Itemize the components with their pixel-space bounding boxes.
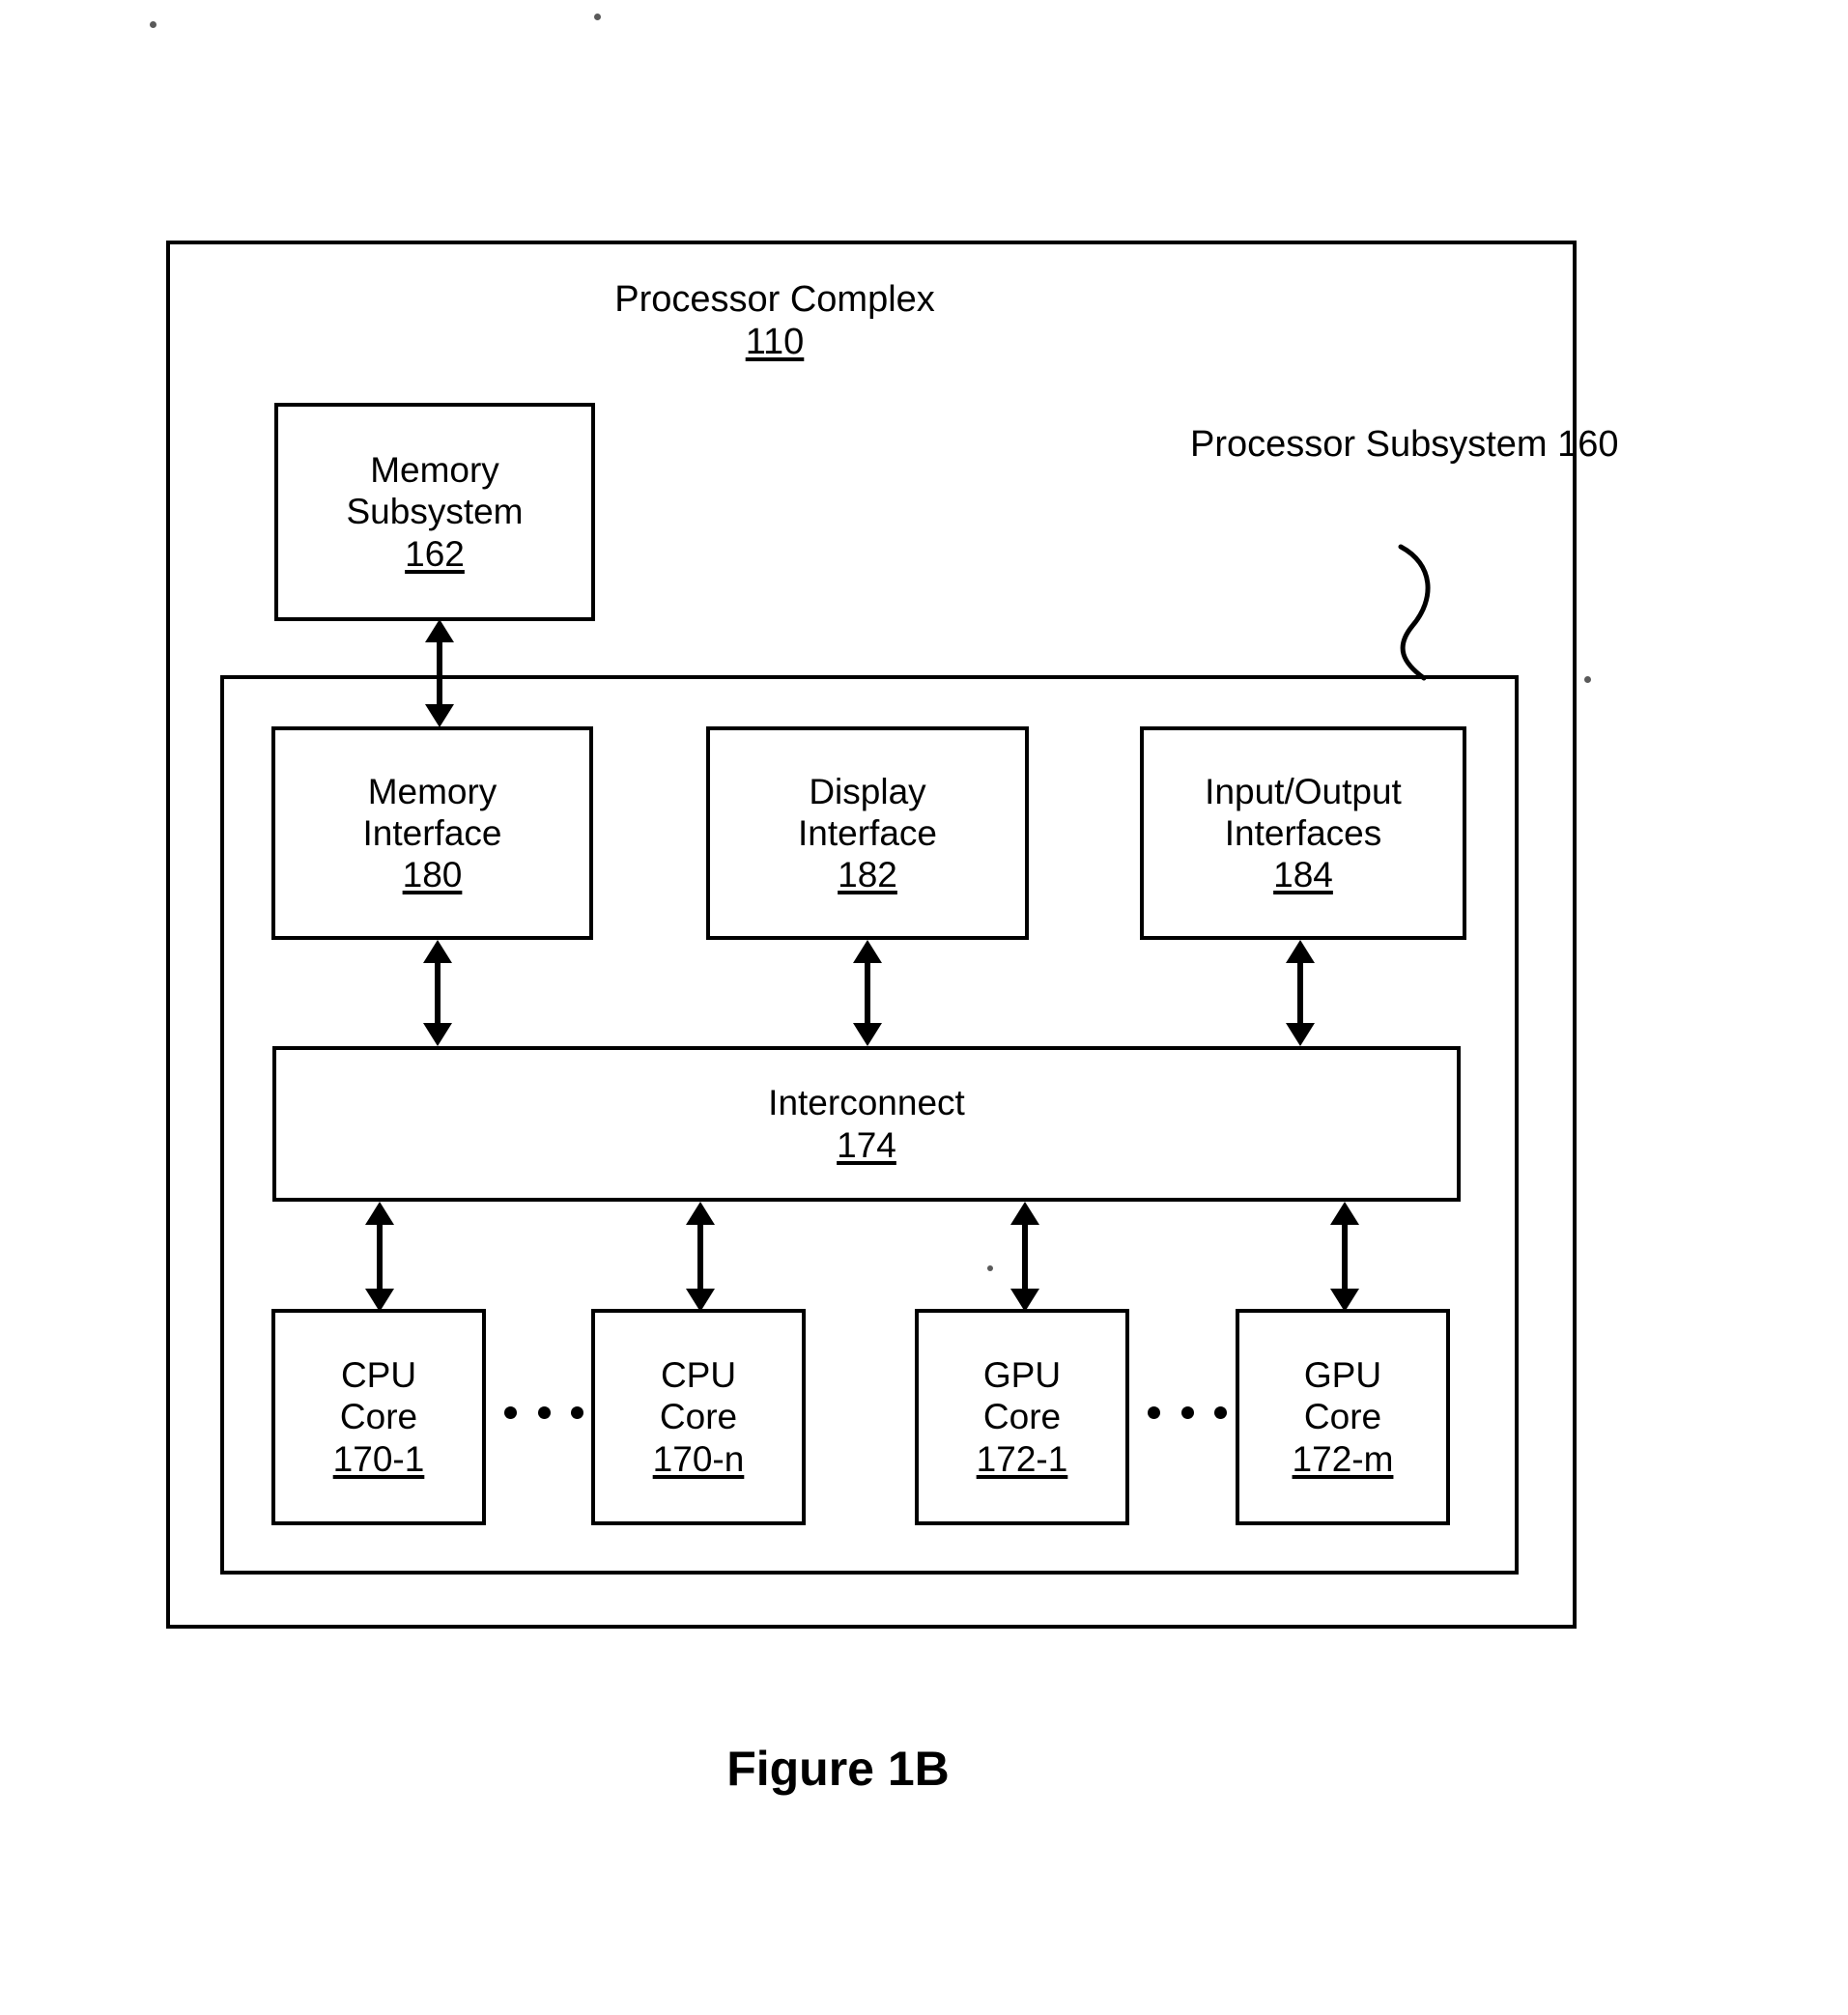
processor-subsystem-label-line2: Subsystem (1365, 424, 1548, 465)
display-interface-block: Display Interface 182 (706, 726, 1029, 940)
ellipsis-dot (1214, 1405, 1227, 1419)
gpu-core-ellipsis (1148, 1405, 1227, 1419)
scan-speck (594, 14, 601, 20)
memory-subsystem-block: Memory Subsystem 162 (274, 403, 595, 621)
interconnect-ref: 174 (837, 1124, 896, 1165)
cpu-core-first-ref: 170-1 (332, 1438, 425, 1479)
processor-complex-title-text: Processor Complex (614, 279, 935, 320)
input-output-interfaces-line1: Input/Output (1205, 771, 1402, 811)
memory-subsystem-line2: Subsystem (346, 492, 524, 532)
gpu-core-last-ref: 172-m (1292, 1438, 1394, 1479)
scan-speck (150, 21, 156, 28)
cpu-core-first-line1: CPU (340, 1355, 417, 1396)
interconnect-to-gpu-core-first-arrow (1022, 1223, 1028, 1291)
memory-interface-block: Memory Interface 180 (271, 726, 593, 940)
memory-interface-ref: 180 (402, 855, 463, 895)
cpu-core-last-line2: Core (659, 1397, 738, 1437)
memory-subsystem-ref: 162 (405, 533, 465, 574)
figure-page: Processor Complex 110 Processor Subsyste… (0, 0, 1848, 2015)
cpu-core-last-ref: 170-n (652, 1438, 745, 1479)
memory-interface-to-interconnect-arrow (435, 961, 441, 1025)
cpu-core-first-line2: Core (339, 1397, 418, 1437)
input-output-interfaces-line2: Interfaces (1224, 812, 1382, 853)
io-interfaces-to-interconnect-arrow (1297, 961, 1303, 1025)
cpu-core-ellipsis (504, 1405, 583, 1419)
gpu-core-first-ref: 172-1 (976, 1438, 1068, 1479)
interconnect-to-cpu-core-last-arrow (697, 1223, 703, 1291)
processor-complex-title: Processor Complex 110 (553, 278, 997, 364)
scan-speck (1584, 676, 1591, 683)
gpu-core-first-block: GPU Core 172-1 (915, 1309, 1129, 1525)
display-interface-line1: Display (809, 771, 926, 811)
gpu-core-last-block: GPU Core 172-m (1236, 1309, 1450, 1525)
gpu-core-first-line2: Core (982, 1397, 1062, 1437)
gpu-core-first-line1: GPU (982, 1355, 1062, 1396)
processor-complex-ref: 110 (745, 322, 805, 363)
memory-subsystem-line1: Memory (370, 450, 499, 491)
subsystem-leader-line (1398, 544, 1431, 681)
memory-interface-line1: Memory (367, 771, 498, 811)
input-output-interfaces-ref: 184 (1273, 855, 1333, 895)
cpu-core-first-block: CPU Core 170-1 (271, 1309, 486, 1525)
interconnect-to-gpu-core-last-arrow (1342, 1223, 1348, 1291)
display-interface-ref: 182 (838, 855, 897, 895)
ellipsis-dot (1180, 1405, 1194, 1419)
processor-subsystem-label-line1: Processor (1190, 424, 1356, 465)
memory-interface-line2: Interface (362, 812, 502, 853)
ellipsis-dot (1148, 1405, 1160, 1419)
figure-caption: Figure 1B (726, 1742, 950, 1796)
gpu-core-last-line2: Core (1303, 1397, 1382, 1437)
display-interface-to-interconnect-arrow (865, 961, 870, 1025)
cpu-core-last-line1: CPU (660, 1355, 737, 1396)
memory-subsystem-to-memory-interface-arrow (437, 640, 442, 706)
interconnect-to-cpu-core-first-arrow (377, 1223, 383, 1291)
gpu-core-last-line1: GPU (1303, 1355, 1382, 1396)
processor-subsystem-ref: 160 (1557, 424, 1619, 465)
cpu-core-last-block: CPU Core 170-n (591, 1309, 806, 1525)
ellipsis-dot (504, 1405, 517, 1419)
input-output-interfaces-block: Input/Output Interfaces 184 (1140, 726, 1466, 940)
interconnect-line1: Interconnect (768, 1083, 965, 1123)
processor-subsystem-label: Processor Subsystem 160 (1190, 423, 1619, 466)
interconnect-block: Interconnect 174 (272, 1046, 1461, 1202)
display-interface-line2: Interface (798, 812, 937, 853)
ellipsis-dot (537, 1405, 551, 1419)
ellipsis-dot (571, 1405, 583, 1419)
